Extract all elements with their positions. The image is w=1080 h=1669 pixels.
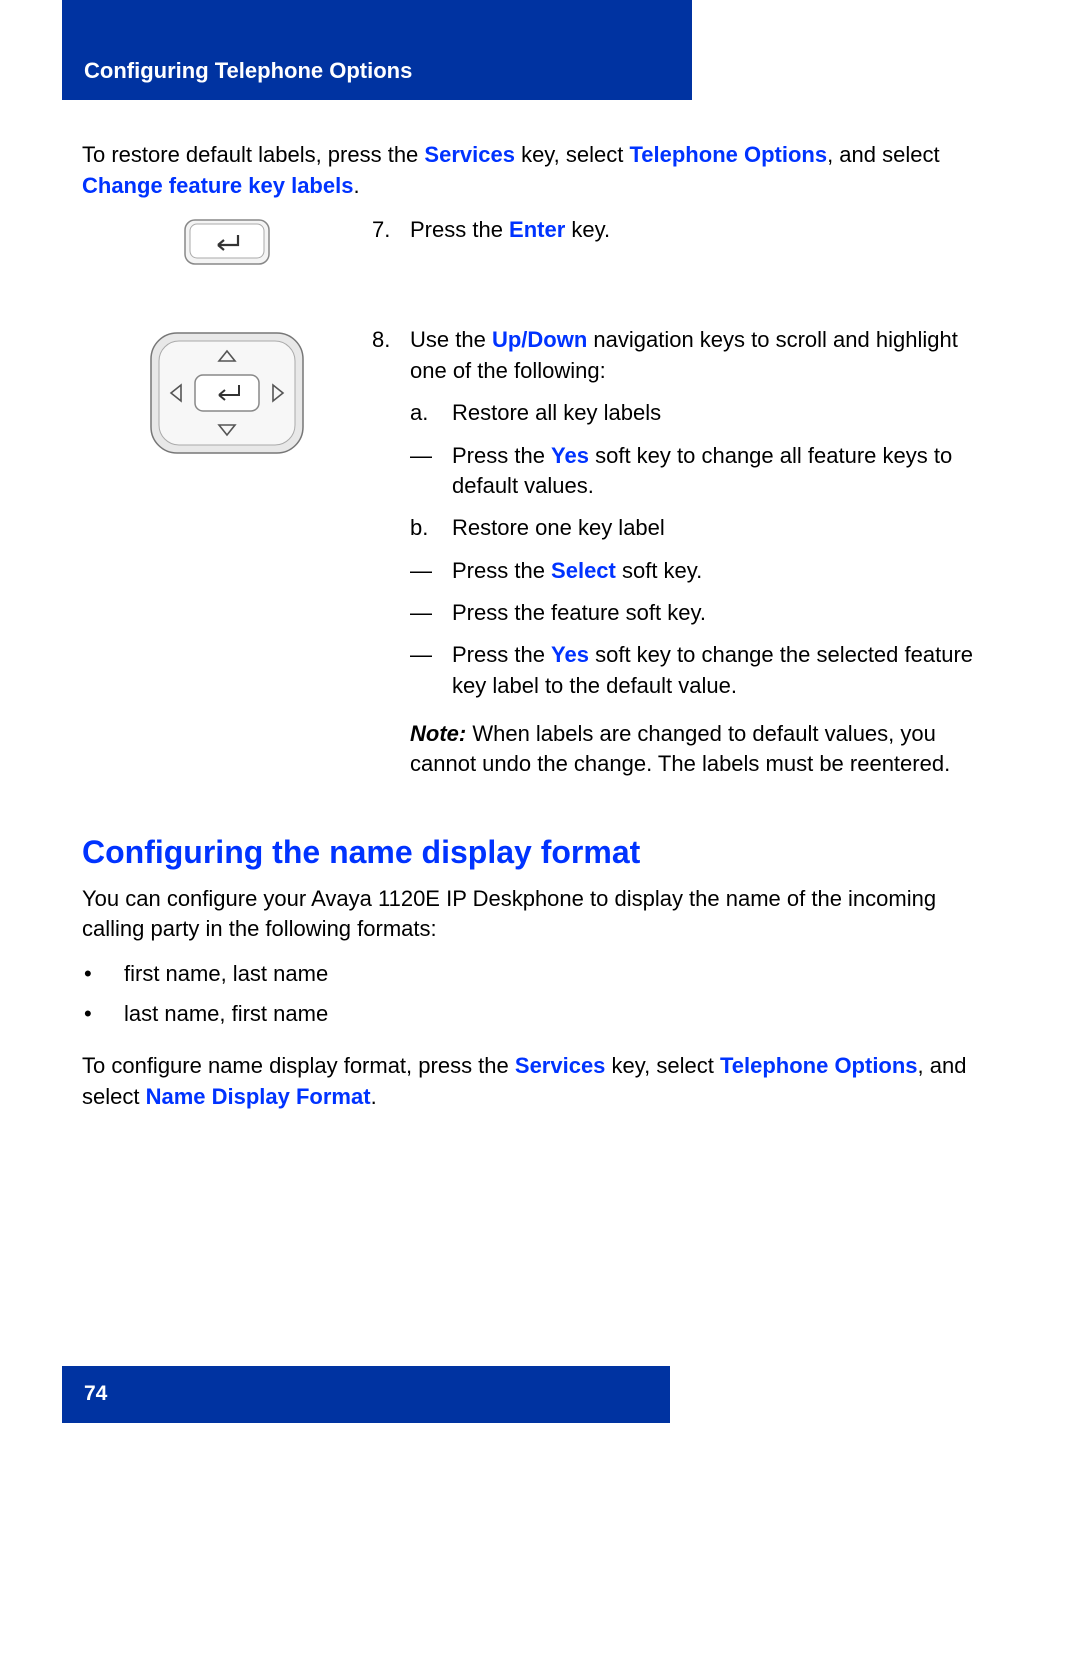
keyword-telephone-options: Telephone Options xyxy=(720,1053,918,1078)
text: key, select xyxy=(515,142,630,167)
keyword-services: Services xyxy=(424,142,515,167)
dash-item: — Press the Select soft key. xyxy=(410,556,1000,586)
dash-marker: — xyxy=(410,640,452,701)
keyword-yes: Yes xyxy=(551,443,589,468)
page-header-title: Configuring Telephone Options xyxy=(84,58,412,83)
sub-marker: a. xyxy=(410,398,452,428)
text: Use the xyxy=(410,327,492,352)
bullet-list: • first name, last name • last name, fir… xyxy=(82,959,1000,1030)
enter-key-illustration xyxy=(82,215,372,275)
page-footer: 74 xyxy=(62,1366,670,1423)
bullet-item: • last name, first name xyxy=(82,999,1000,1029)
text: . xyxy=(371,1084,377,1109)
step-8-text: 8. Use the Up/Down navigation keys to sc… xyxy=(372,325,1000,779)
text: To configure name display format, press … xyxy=(82,1053,515,1078)
bullet-item: • first name, last name xyxy=(82,959,1000,989)
dash-text: Press the feature soft key. xyxy=(452,598,706,628)
text: soft key. xyxy=(616,558,702,583)
text: key, select xyxy=(605,1053,720,1078)
navpad-illustration xyxy=(82,325,372,467)
page-number: 74 xyxy=(84,1382,107,1405)
keyword-services: Services xyxy=(515,1053,606,1078)
page-header: Configuring Telephone Options xyxy=(62,0,692,100)
keyword-telephone-options: Telephone Options xyxy=(629,142,827,167)
bullet-marker: • xyxy=(82,999,124,1029)
text: To restore default labels, press the xyxy=(82,142,424,167)
section2-paragraph-2: To configure name display format, press … xyxy=(82,1051,1000,1112)
enter-key-icon xyxy=(184,219,270,275)
sub-item-a: a. Restore all key labels xyxy=(410,398,1000,428)
sub-marker: b. xyxy=(410,513,452,543)
note-label: Note: xyxy=(410,721,466,746)
note-block: Note: When labels are changed to default… xyxy=(372,719,1000,780)
keyword-name-display-format: Name Display Format xyxy=(146,1084,371,1109)
step-number: 8. xyxy=(372,325,410,386)
text: Press the xyxy=(452,642,551,667)
section2-paragraph: You can configure your Avaya 1120E IP De… xyxy=(82,884,1000,945)
bullet-text: last name, first name xyxy=(124,999,328,1029)
keyword-select: Select xyxy=(551,558,616,583)
dash-marker: — xyxy=(410,598,452,628)
step-text: Use the Up/Down navigation keys to scrol… xyxy=(410,325,1000,386)
navigation-pad-icon xyxy=(147,329,307,467)
keyword-change-feature-key-labels: Change feature key labels xyxy=(82,173,353,198)
document-page: Configuring Telephone Options To restore… xyxy=(0,0,1080,1423)
text: Press the xyxy=(452,558,551,583)
dash-item: — Press the feature soft key. xyxy=(410,598,1000,628)
text: Press the xyxy=(452,443,551,468)
text: Press the xyxy=(410,217,509,242)
sub-item-b: b. Restore one key label xyxy=(410,513,1000,543)
text: . xyxy=(353,173,359,198)
sub-text: Restore all key labels xyxy=(452,398,661,428)
text: , and select xyxy=(827,142,940,167)
dash-text: Press the Yes soft key to change all fea… xyxy=(452,441,1000,502)
text: key. xyxy=(565,217,610,242)
dash-text: Press the Select soft key. xyxy=(452,556,702,586)
dash-marker: — xyxy=(410,556,452,586)
keyword-enter: Enter xyxy=(509,217,565,242)
dash-item: — Press the Yes soft key to change all f… xyxy=(410,441,1000,502)
dash-text: Press the Yes soft key to change the sel… xyxy=(452,640,1000,701)
dash-marker: — xyxy=(410,441,452,502)
step-7-text: 7. Press the Enter key. xyxy=(372,215,1000,257)
sub-text: Restore one key label xyxy=(452,513,665,543)
step-number: 7. xyxy=(372,215,410,245)
step-text: Press the Enter key. xyxy=(410,215,610,245)
section-heading: Configuring the name display format xyxy=(82,830,1000,874)
note-text: When labels are changed to default value… xyxy=(410,721,950,776)
step-8-row: 8. Use the Up/Down navigation keys to sc… xyxy=(82,325,1000,779)
spacer xyxy=(0,1126,1080,1366)
bullet-text: first name, last name xyxy=(124,959,328,989)
dash-item: — Press the Yes soft key to change the s… xyxy=(410,640,1000,701)
bullet-marker: • xyxy=(82,959,124,989)
keyword-up-down: Up/Down xyxy=(492,327,587,352)
intro-paragraph: To restore default labels, press the Ser… xyxy=(82,140,1000,201)
keyword-yes: Yes xyxy=(551,642,589,667)
step-7-row: 7. Press the Enter key. xyxy=(82,215,1000,275)
page-content: To restore default labels, press the Ser… xyxy=(0,100,1080,1112)
